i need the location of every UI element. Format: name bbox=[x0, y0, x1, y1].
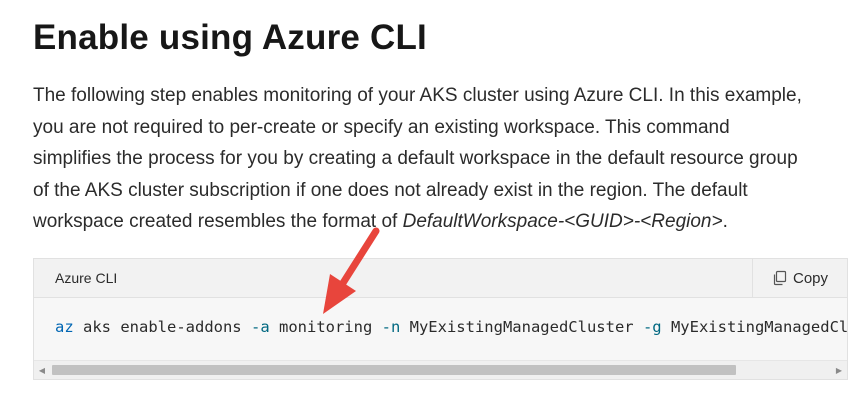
code-text: aks enable-addons bbox=[73, 318, 251, 336]
code-header: Azure CLI Copy bbox=[34, 259, 847, 298]
paragraph-line: you are not required to per-create or sp… bbox=[33, 116, 730, 138]
code-text: MyExistingManagedCluster bbox=[400, 318, 643, 336]
paragraph-line: simplifies the process for you by creati… bbox=[33, 148, 798, 169]
paragraph-line: of the AKS cluster subscription if one d… bbox=[33, 179, 748, 201]
code-flag: -a bbox=[250, 318, 270, 336]
horizontal-scrollbar[interactable]: ◀ ▶ bbox=[34, 360, 847, 379]
code-text: MyExistingManagedClusterRG bbox=[670, 318, 848, 336]
intro-paragraph: The following step enables monitoring of… bbox=[33, 80, 858, 238]
paragraph-line: The following step enables monitoring of… bbox=[33, 85, 802, 106]
code-flag: -g bbox=[642, 318, 662, 336]
scroll-left-arrow-icon[interactable]: ◀ bbox=[34, 361, 50, 379]
copy-label: Copy bbox=[792, 269, 829, 287]
page-title: Enable using Azure CLI bbox=[33, 18, 427, 57]
copy-button[interactable]: Copy bbox=[752, 259, 847, 297]
scrollbar-thumb[interactable] bbox=[52, 365, 736, 375]
copy-icon bbox=[772, 270, 787, 286]
code-command: az bbox=[55, 318, 74, 336]
code-language-label: Azure CLI bbox=[55, 270, 118, 286]
code-body[interactable]: az aks enable-addons -a monitoring -n My… bbox=[34, 298, 847, 360]
paragraph-text: . bbox=[722, 211, 728, 232]
code-flag: -n bbox=[381, 318, 401, 336]
workspace-format-emphasis: DefaultWorkspace-<GUID>-<Region> bbox=[402, 211, 723, 232]
scroll-right-arrow-icon[interactable]: ▶ bbox=[831, 361, 847, 379]
code-block: Azure CLI Copy az aks enable-addons -a m… bbox=[33, 258, 848, 380]
paragraph-line: workspace created resembles the format o… bbox=[33, 206, 858, 238]
code-text: monitoring bbox=[269, 318, 382, 336]
cli-command[interactable]: az aks enable-addons -a monitoring -n My… bbox=[55, 318, 848, 336]
paragraph-text: workspace created resembles the format o… bbox=[33, 211, 403, 232]
